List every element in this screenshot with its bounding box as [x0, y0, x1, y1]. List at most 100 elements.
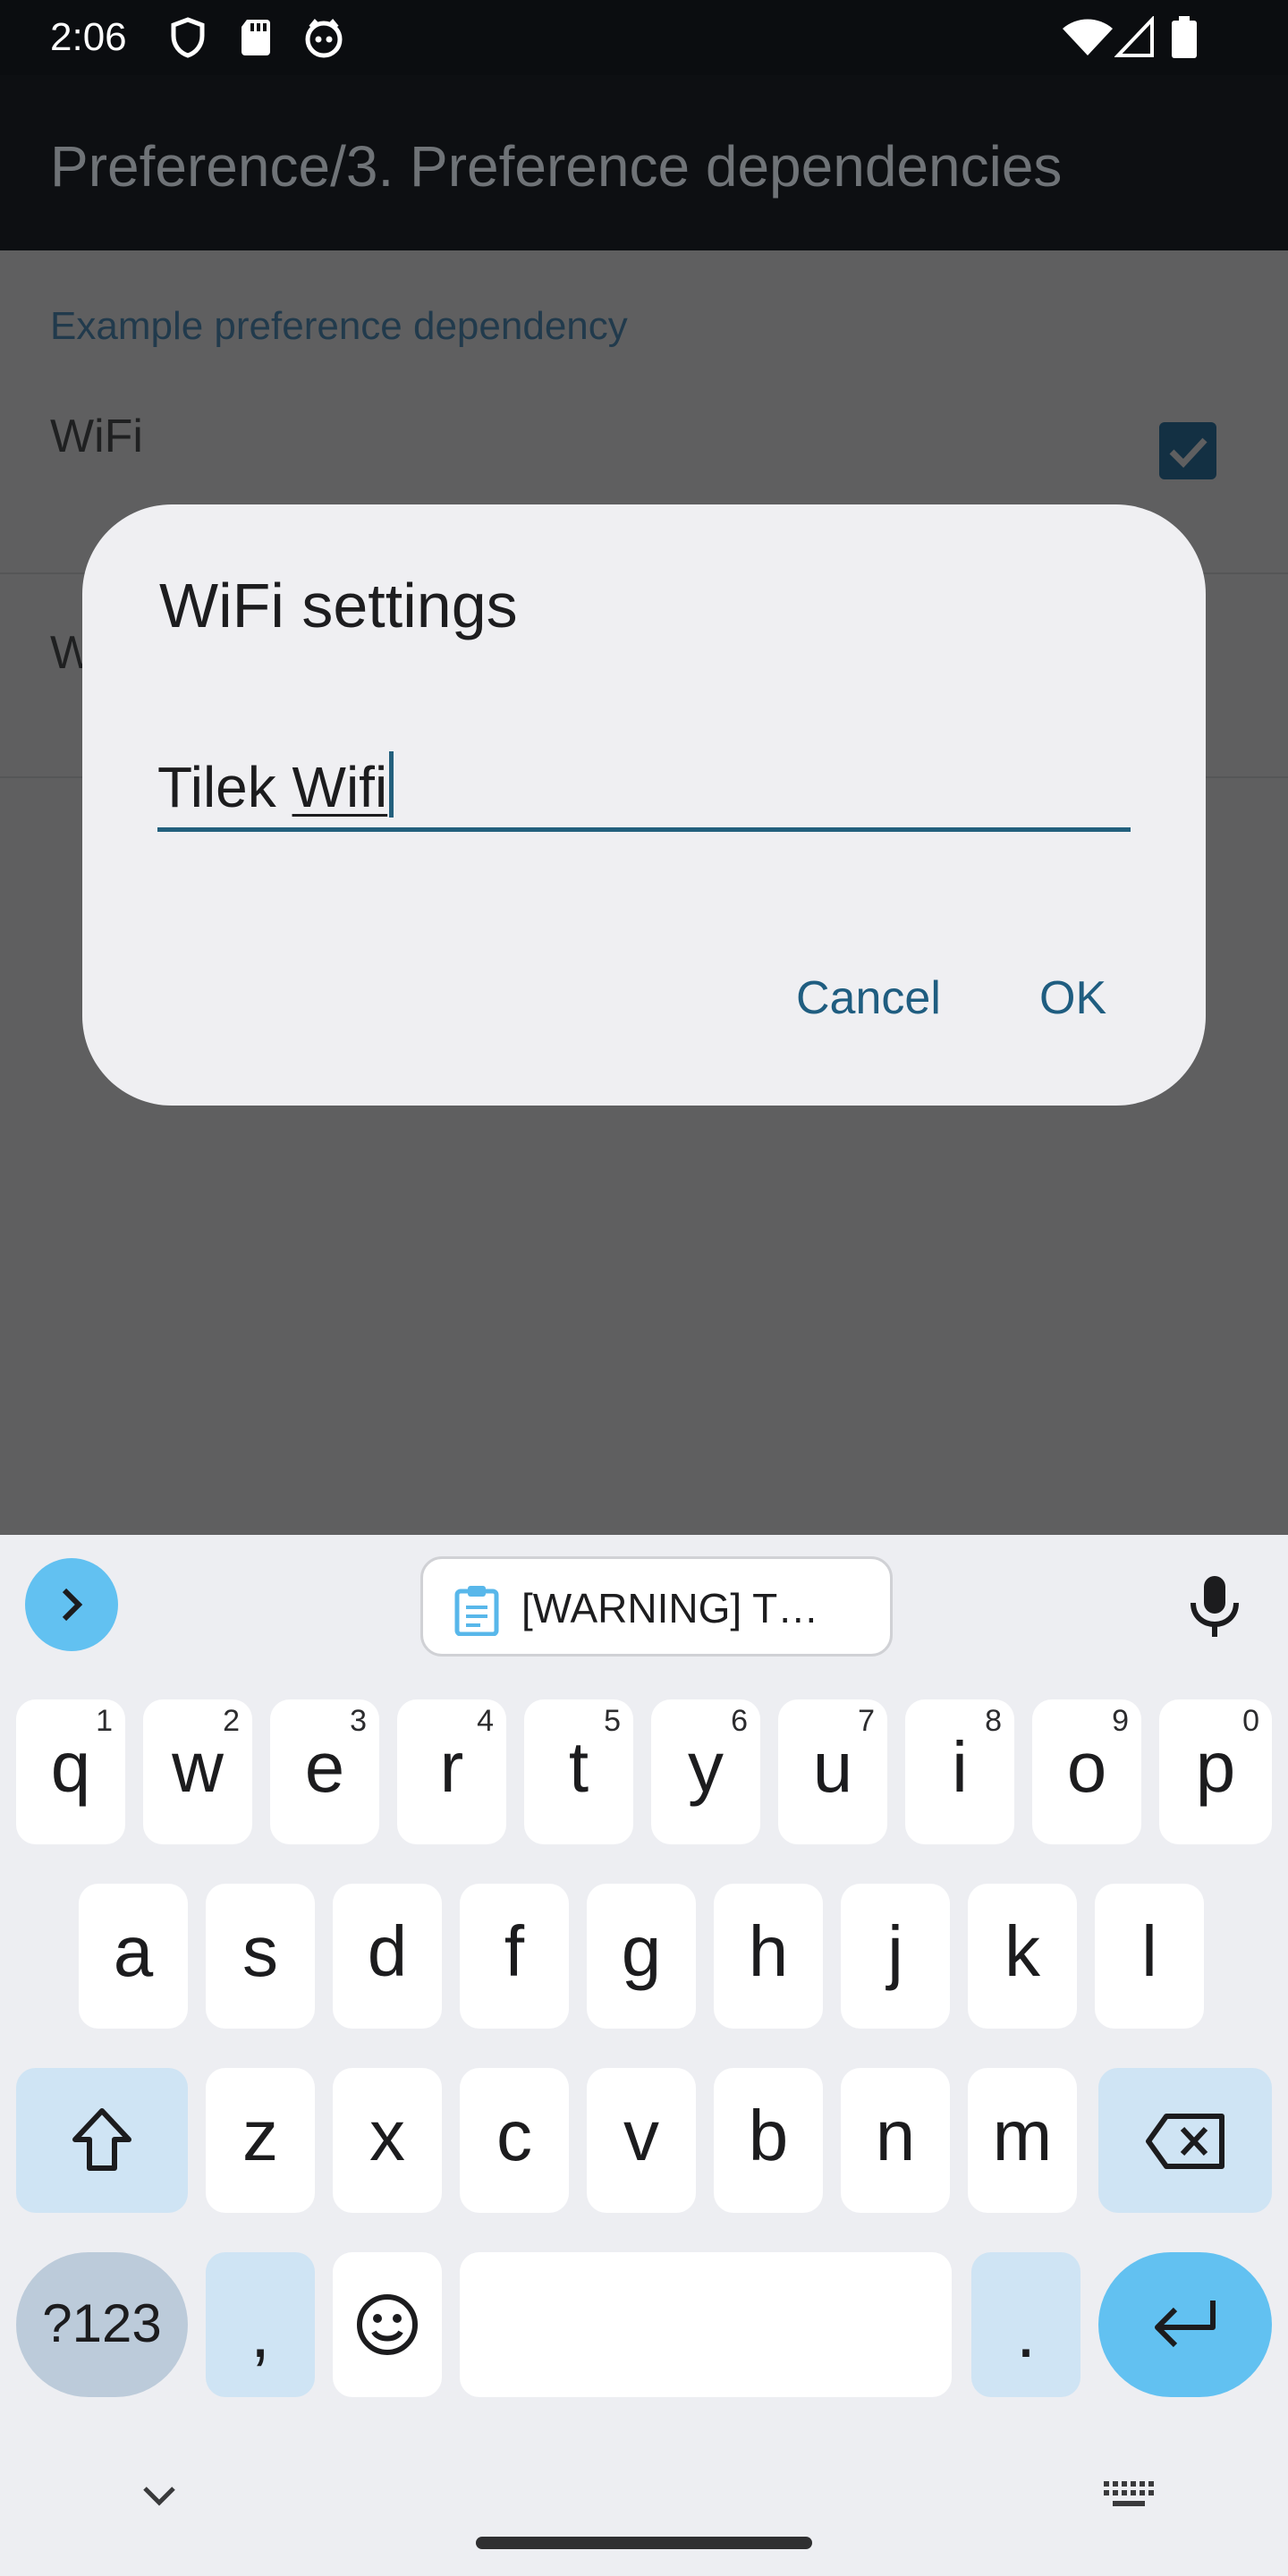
shift-icon	[72, 2108, 131, 2171]
key-label: x	[369, 2096, 405, 2175]
key-label: a	[113, 1911, 154, 1991]
chevron-right-icon	[62, 1588, 83, 1622]
key-c[interactable]: c	[460, 2068, 569, 2213]
key-label: r	[439, 1727, 464, 1807]
soft-keyboard: [WARNING] T… 1q 2w 3e 4r 5t 6y 7u 8i 9o …	[0, 1535, 1288, 2576]
wifi-settings-dialog: WiFi settings Tilek Wifi Cancel OK	[82, 504, 1206, 1106]
dialog-title: WiFi settings	[159, 571, 518, 640]
key-label: v	[623, 2096, 659, 2175]
key-label: .	[1015, 2292, 1037, 2372]
signal-icon	[1114, 16, 1154, 57]
microphone-icon[interactable]	[1186, 1574, 1243, 1639]
wifi-icon	[1063, 19, 1113, 55]
symbols-key[interactable]: ?123	[16, 2252, 188, 2397]
key-label: l	[1141, 1911, 1157, 1991]
key-label: k	[1004, 1911, 1040, 1991]
key-label: f	[504, 1911, 525, 1991]
key-label: ?123	[42, 2293, 162, 2353]
key-label: g	[621, 1911, 662, 1991]
key-label: t	[568, 1727, 589, 1807]
key-m[interactable]: m	[968, 2068, 1077, 2213]
key-label: w	[172, 1727, 224, 1807]
key-e[interactable]: 3e	[270, 1699, 379, 1844]
key-label: j	[887, 1911, 903, 1991]
clipboard-icon	[454, 1586, 499, 1636]
enter-key[interactable]	[1098, 2252, 1272, 2397]
key-label: y	[688, 1727, 724, 1807]
keyboard-switch-icon[interactable]	[1102, 2479, 1156, 2515]
key-label: q	[50, 1727, 91, 1807]
ok-button[interactable]: OK	[1039, 970, 1106, 1027]
key-label: z	[242, 2096, 278, 2175]
key-label: h	[748, 1911, 789, 1991]
key-y[interactable]: 6y	[651, 1699, 760, 1844]
key-label: m	[992, 2096, 1053, 2175]
wifi-settings-input[interactable]: Tilek Wifi	[157, 735, 1131, 832]
status-bar: 2:06	[0, 0, 1288, 75]
battery-icon	[1172, 16, 1197, 58]
comma-key[interactable]: ,	[206, 2252, 315, 2397]
key-j[interactable]: j	[841, 1884, 950, 2029]
key-label: p	[1195, 1727, 1236, 1807]
preference-category-title: Example preference dependency	[50, 304, 628, 348]
key-g[interactable]: g	[587, 1884, 696, 2029]
shield-icon	[171, 17, 205, 58]
key-a[interactable]: a	[79, 1884, 188, 2029]
key-label: e	[304, 1727, 345, 1807]
key-t[interactable]: 5t	[524, 1699, 633, 1844]
key-label: n	[875, 2096, 916, 2175]
space-key[interactable]	[460, 2252, 952, 2397]
key-v[interactable]: v	[587, 2068, 696, 2213]
key-u[interactable]: 7u	[778, 1699, 887, 1844]
emoji-icon	[357, 2294, 418, 2355]
key-p[interactable]: 0p	[1159, 1699, 1272, 1844]
key-label: b	[748, 2096, 789, 2175]
emoji-key[interactable]	[333, 2252, 442, 2397]
key-label: i	[952, 1727, 968, 1807]
key-b[interactable]: b	[714, 2068, 823, 2213]
wifi-checkbox[interactable]	[1159, 422, 1216, 479]
key-s[interactable]: s	[206, 1884, 315, 2029]
cat-face-icon	[305, 19, 343, 58]
key-d[interactable]: d	[333, 1884, 442, 2029]
key-r[interactable]: 4r	[397, 1699, 506, 1844]
backspace-key[interactable]	[1098, 2068, 1272, 2213]
input-text: Tilek Wifi	[157, 751, 394, 823]
expand-toolbar-button[interactable]	[25, 1558, 118, 1651]
key-label: u	[812, 1727, 853, 1807]
checkmark-icon	[1169, 437, 1208, 469]
key-label: o	[1066, 1727, 1107, 1807]
text-cursor	[389, 751, 394, 818]
key-label: ,	[250, 2292, 271, 2372]
key-i[interactable]: 8i	[905, 1699, 1014, 1844]
key-l[interactable]: l	[1095, 1884, 1204, 2029]
key-k[interactable]: k	[968, 1884, 1077, 2029]
backspace-icon	[1146, 2114, 1224, 2169]
key-n[interactable]: n	[841, 2068, 950, 2213]
status-time: 2:06	[50, 15, 127, 59]
cancel-button[interactable]: Cancel	[796, 970, 941, 1027]
key-q[interactable]: 1q	[16, 1699, 125, 1844]
key-o[interactable]: 9o	[1032, 1699, 1141, 1844]
clipboard-suggestion-chip[interactable]: [WARNING] T…	[420, 1556, 893, 1657]
app-bar: Preference/3. Preference dependencies	[0, 75, 1288, 250]
key-w[interactable]: 2w	[143, 1699, 252, 1844]
key-x[interactable]: x	[333, 2068, 442, 2213]
app-title: Preference/3. Preference dependencies	[50, 134, 1063, 199]
key-f[interactable]: f	[460, 1884, 569, 2029]
input-text-plain: Tilek	[157, 755, 292, 819]
home-gesture-handle[interactable]	[476, 2537, 812, 2549]
period-key[interactable]: .	[971, 2252, 1080, 2397]
key-z[interactable]: z	[206, 2068, 315, 2213]
clipboard-text: [WARNING] T…	[521, 1585, 819, 1631]
input-text-composing: Wifi	[292, 755, 388, 819]
key-h[interactable]: h	[714, 1884, 823, 2029]
sd-card-icon	[242, 20, 270, 55]
shift-key[interactable]	[16, 2068, 188, 2213]
key-label: s	[242, 1911, 278, 1991]
preference-title-wifi: WiFi	[50, 411, 143, 462]
hide-keyboard-chevron-down-icon[interactable]	[141, 2483, 177, 2508]
key-label: d	[367, 1911, 408, 1991]
enter-icon	[1155, 2301, 1216, 2348]
key-label: c	[496, 2096, 532, 2175]
